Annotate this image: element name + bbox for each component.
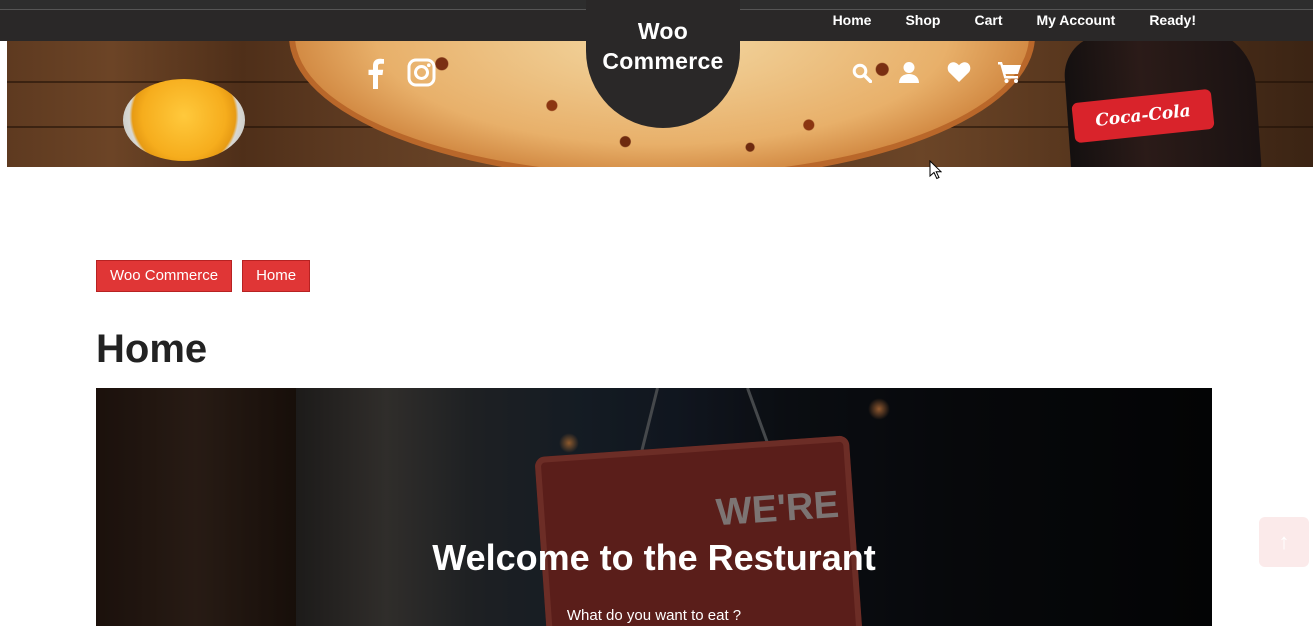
breadcrumb-home[interactable]: Home	[242, 260, 311, 292]
facebook-icon[interactable]	[366, 58, 384, 89]
scroll-to-top-button[interactable]: ↑	[1259, 517, 1309, 567]
hero-banner: WE'RE Welcome to the Resturant What do y…	[96, 388, 1212, 626]
breadcrumb: Woo Commerce Home	[96, 260, 320, 292]
nav-item-home[interactable]: Home	[833, 10, 872, 29]
page-title: Home	[96, 327, 208, 371]
logo-line-2: Commerce	[602, 48, 724, 74]
logo-line-1: Woo	[637, 18, 689, 44]
cart-icon[interactable]	[998, 61, 1022, 83]
nav-item-cart[interactable]: Cart	[974, 10, 1002, 29]
hero-title: Welcome to the Resturant	[432, 537, 876, 578]
cola-label-text: Coca-Cola	[1094, 101, 1192, 131]
sauce-bowl	[123, 79, 245, 161]
search-icon[interactable]	[852, 63, 872, 83]
hero-overlay	[96, 388, 1212, 626]
nav-item-shop[interactable]: Shop	[905, 10, 940, 29]
nav-item-my-account[interactable]: My Account	[1036, 10, 1115, 29]
top-nav: Home Shop Cart My Account Ready!	[799, 10, 1196, 41]
heart-icon[interactable]	[947, 61, 971, 83]
nav-item-ready[interactable]: Ready!	[1149, 10, 1196, 29]
breadcrumb-woo-commerce[interactable]: Woo Commerce	[96, 260, 233, 292]
arrow-up-icon: ↑	[1278, 529, 1290, 554]
instagram-icon[interactable]	[407, 58, 436, 87]
hero-subtitle: What do you want to eat ?	[566, 607, 742, 624]
mouse-cursor-icon	[929, 159, 943, 180]
user-icon[interactable]	[898, 61, 920, 83]
